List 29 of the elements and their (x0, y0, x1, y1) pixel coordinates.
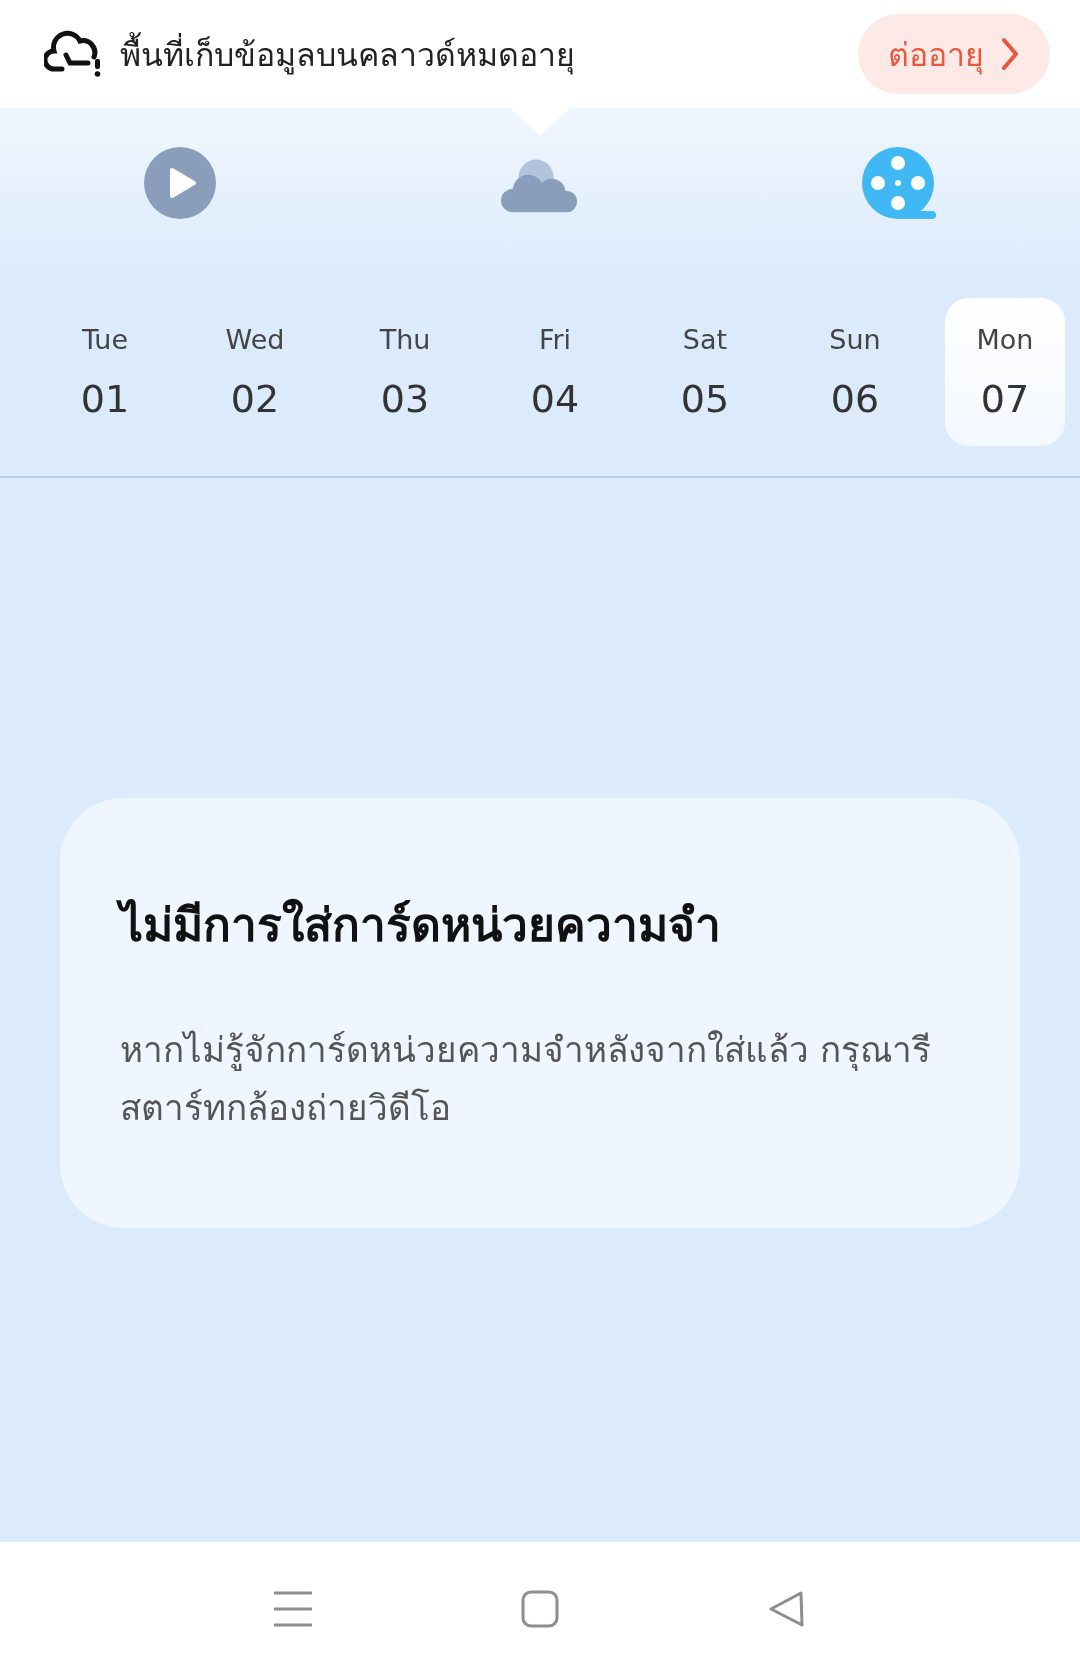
date-label: 01 (80, 376, 130, 421)
day-tab[interactable]: Mon 07 (945, 298, 1065, 446)
play-icon[interactable] (141, 147, 219, 219)
banner-message: พื้นที่เก็บข้อมูลบนคลาวด์หมดอายุ (120, 28, 842, 80)
day-tab[interactable]: Sat 05 (645, 298, 765, 446)
notice-message: หากไม่รู้จักการ์ดหน่วยความจำหลังจากใส่แล้ว กรุณารีสตาร์ทกล้องถ่ายวิดีโอ (120, 1029, 933, 1130)
date-label: 02 (230, 376, 280, 421)
date-label: 05 (680, 376, 730, 421)
home-icon[interactable] (521, 1589, 559, 1628)
date-label: 03 (380, 376, 430, 421)
chevron-right-icon (1000, 36, 1020, 72)
menu-icon[interactable] (274, 1589, 313, 1628)
weekday-label: Fri (538, 323, 572, 355)
weekday-label: Thu (379, 323, 431, 355)
day-tab[interactable]: Thu 03 (345, 298, 465, 446)
weekday-label: Sun (829, 323, 881, 355)
day-tab[interactable]: Wed 02 (195, 298, 315, 446)
weekday-label: Mon (976, 323, 1034, 355)
back-icon[interactable] (767, 1589, 806, 1628)
film-reel-icon[interactable] (861, 147, 939, 219)
date-label: 06 (830, 376, 880, 421)
weekday-label: Wed (225, 323, 285, 355)
date-label: 07 (980, 376, 1030, 421)
weekday-label: Sat (682, 323, 728, 355)
day-tab[interactable]: Sun 06 (795, 298, 915, 446)
date-label: 04 (530, 376, 580, 421)
day-tab[interactable]: Fri 04 (495, 298, 615, 446)
weekday-label: Tue (81, 323, 129, 355)
day-tab[interactable]: Tue 01 (45, 298, 165, 446)
